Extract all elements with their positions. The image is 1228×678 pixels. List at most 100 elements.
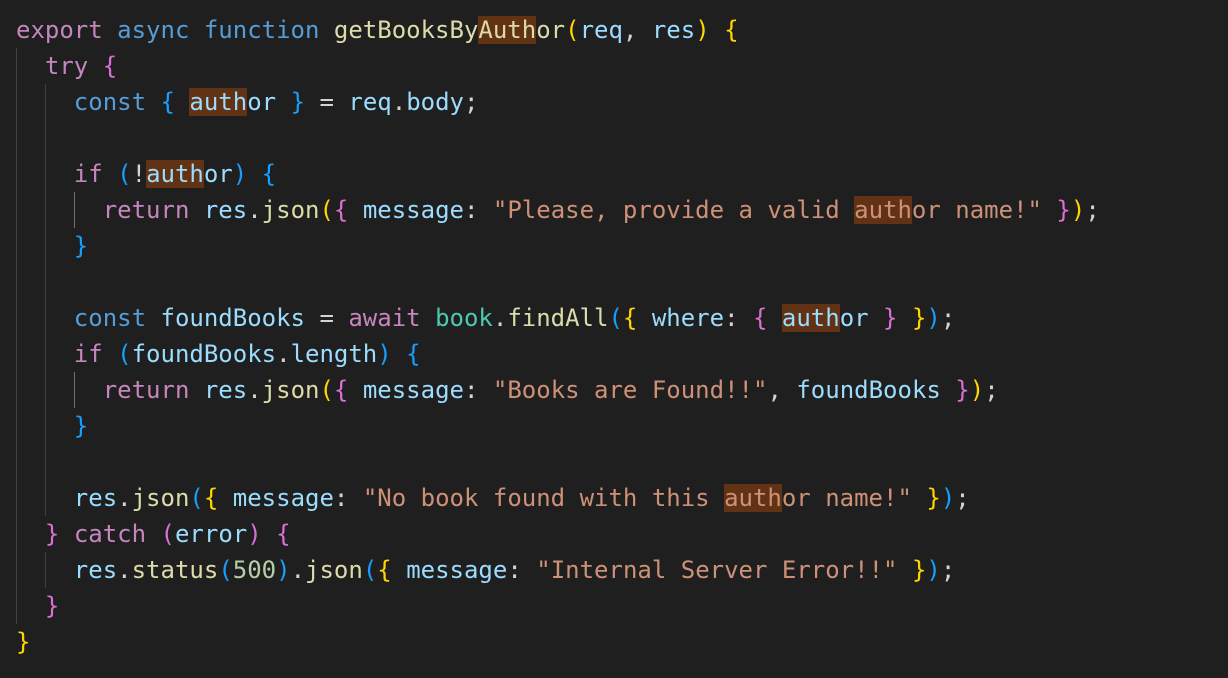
code-token: message xyxy=(406,556,508,584)
code-token: foundBooks xyxy=(796,376,941,404)
code-token: : xyxy=(463,376,493,404)
code-token: , xyxy=(622,16,652,44)
code-token: getBooksBy xyxy=(333,16,479,44)
code-token: } xyxy=(883,304,898,332)
code-token: if xyxy=(73,340,103,368)
code-token: ( xyxy=(565,16,580,44)
code-token: ; xyxy=(955,484,970,512)
code-line[interactable]: return res.json({ message: "Books are Fo… xyxy=(16,372,1100,408)
code-token: , xyxy=(767,376,797,404)
code-lines[interactable]: export async function getBooksByAuthor(r… xyxy=(16,12,1100,660)
code-line[interactable]: } catch (error) { xyxy=(16,516,1100,552)
code-token: ) xyxy=(926,556,941,584)
code-line[interactable]: try { xyxy=(16,48,1100,84)
code-line[interactable]: return res.json({ message: "Please, prov… xyxy=(16,192,1100,228)
code-token: catch xyxy=(73,520,147,548)
code-token: } xyxy=(911,304,927,332)
code-token: ) xyxy=(276,556,291,584)
code-token: : xyxy=(463,196,493,224)
code-token: "No book found with this xyxy=(362,484,725,512)
code-token: "Please, provide a valid xyxy=(492,196,855,224)
code-line[interactable]: const foundBooks = await book.findAll({ … xyxy=(16,300,1100,336)
code-line[interactable] xyxy=(16,120,1100,156)
code-token: : xyxy=(507,556,537,584)
code-token: function xyxy=(203,16,320,44)
code-token: or xyxy=(247,88,277,116)
code-token: auth xyxy=(781,304,840,332)
code-token: status xyxy=(131,556,219,584)
code-line[interactable]: res.status(500).json({ message: "Interna… xyxy=(16,552,1100,588)
code-token: const xyxy=(73,88,147,116)
code-token: : xyxy=(724,304,753,332)
code-token: req xyxy=(348,88,392,116)
code-token: } xyxy=(911,556,927,584)
code-token: message xyxy=(362,196,464,224)
code-token: { xyxy=(261,160,277,188)
code-token: ; xyxy=(1085,196,1100,224)
code-token: . xyxy=(290,556,306,584)
code-line[interactable]: } xyxy=(16,624,1100,660)
code-line[interactable]: const { author } = req.body; xyxy=(16,84,1100,120)
code-token: 500 xyxy=(232,556,277,584)
code-line[interactable]: } xyxy=(16,408,1100,444)
code-token: where xyxy=(651,304,725,332)
code-token: ) xyxy=(1070,196,1086,224)
code-line[interactable]: if (!author) { xyxy=(16,156,1100,192)
code-token: body xyxy=(406,88,464,116)
code-token: { xyxy=(203,484,219,512)
code-token: { xyxy=(102,52,118,80)
code-token: or xyxy=(839,304,869,332)
code-token: foundBooks xyxy=(131,340,277,368)
code-token: findAll xyxy=(507,304,609,332)
code-line[interactable]: } xyxy=(16,588,1100,624)
code-token: "Internal Server Error!!" xyxy=(536,556,898,584)
code-editor[interactable]: export async function getBooksByAuthor(r… xyxy=(0,0,1228,678)
code-token: res xyxy=(73,556,118,584)
code-token: ( xyxy=(117,160,132,188)
code-token: json xyxy=(261,196,320,224)
code-token: or xyxy=(203,160,233,188)
code-token: } xyxy=(926,484,941,512)
code-token: } xyxy=(290,88,306,116)
code-token: json xyxy=(305,556,363,584)
code-line[interactable]: export async function getBooksByAuthor(r… xyxy=(16,12,1100,48)
code-line[interactable]: res.json({ message: "No book found with … xyxy=(16,480,1100,516)
code-token: res xyxy=(651,16,696,44)
code-token: ( xyxy=(218,556,233,584)
code-line[interactable]: if (foundBooks.length) { xyxy=(16,336,1100,372)
code-token: auth xyxy=(854,196,912,224)
code-line[interactable]: } xyxy=(16,228,1100,264)
code-token: try xyxy=(44,52,89,80)
code-token: ( xyxy=(189,484,204,512)
code-token: . xyxy=(276,340,291,368)
code-token: auth xyxy=(189,88,248,116)
code-token: ) xyxy=(969,376,985,404)
code-line[interactable] xyxy=(16,264,1100,300)
code-token: . xyxy=(117,556,132,584)
code-line[interactable] xyxy=(16,444,1100,480)
